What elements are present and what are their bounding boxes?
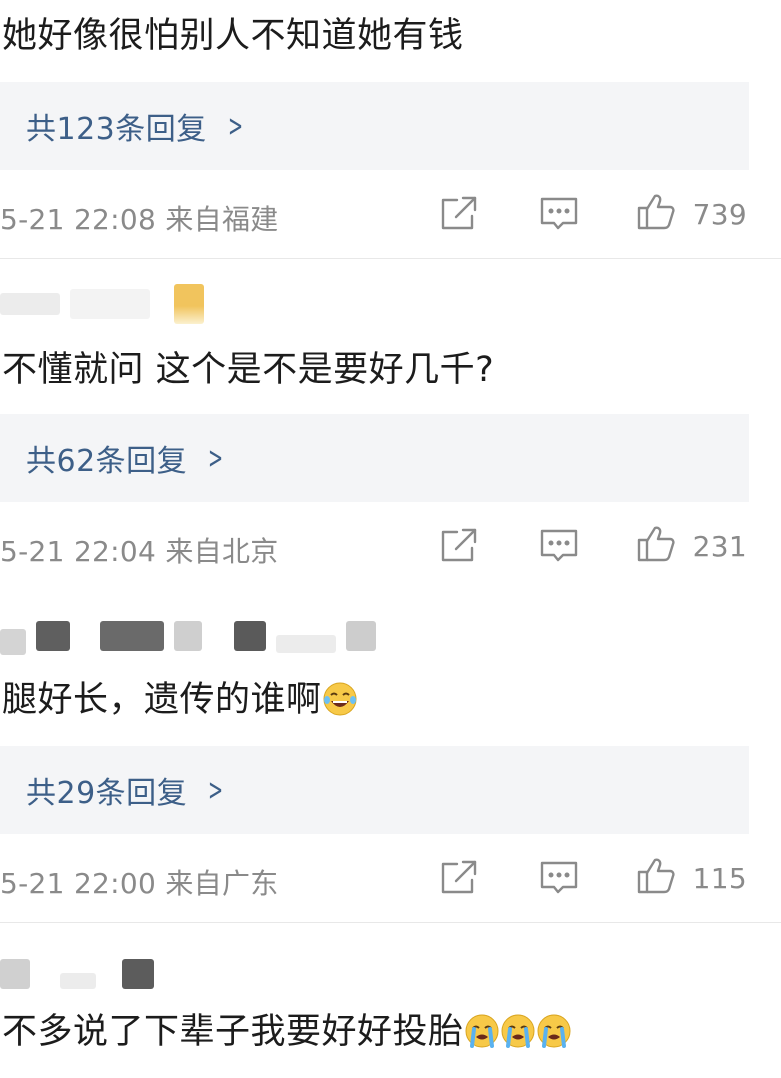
comment-meta: 5-21 22:04 来自北京 231 <box>0 518 781 578</box>
comment-text: 腿好长，遗传的谁啊 <box>2 678 358 722</box>
chevron-right-icon: > <box>208 772 224 808</box>
comment-icon[interactable] <box>539 526 579 566</box>
username-redacted <box>0 616 376 656</box>
comment-text-content: 不多说了下辈子我要好好投胎 <box>2 1012 464 1052</box>
thumbs-up-icon[interactable] <box>636 523 676 563</box>
view-replies-button[interactable]: 共62条回复 > <box>0 414 749 502</box>
divider <box>0 922 781 923</box>
comment-text: 她好像很怕别人不知道她有钱 <box>2 16 464 56</box>
like-count: 739 <box>692 198 747 231</box>
crying-emoji <box>464 1013 500 1049</box>
thumbs-up-icon[interactable] <box>636 855 676 895</box>
reply-count-label: 共123条回复 <box>26 112 207 147</box>
view-replies-button[interactable]: 共29条回复 > <box>0 746 749 834</box>
share-icon[interactable] <box>439 526 479 566</box>
timestamp-location: 5-21 22:00 来自广东 <box>0 867 279 900</box>
timestamp-location: 5-21 22:08 来自福建 <box>0 203 279 236</box>
divider <box>0 258 781 259</box>
comment-text: 不懂就问 这个是不是要好几千? <box>2 350 495 390</box>
reply-count-label: 共62条回复 <box>26 444 188 479</box>
laughing-tears-emoji <box>322 681 358 717</box>
crying-emoji <box>536 1013 572 1049</box>
comment-feed: 她好像很怕别人不知道她有钱 共123条回复 > 5-21 22:08 来自福建 <box>0 0 781 1078</box>
like-count: 231 <box>692 530 747 563</box>
like-count: 115 <box>692 862 747 895</box>
comment-icon[interactable] <box>539 858 579 898</box>
share-icon[interactable] <box>439 858 479 898</box>
username-redacted <box>0 284 204 324</box>
reply-count-label: 共29条回复 <box>26 776 188 811</box>
chevron-right-icon: > <box>227 108 243 144</box>
username-redacted <box>0 954 154 994</box>
chevron-right-icon: > <box>208 440 224 476</box>
comment-meta: 5-21 22:00 来自广东 115 <box>0 850 781 910</box>
timestamp-location: 5-21 22:04 来自北京 <box>0 535 279 568</box>
comment-text: 不多说了下辈子我要好好投胎 <box>2 1010 572 1054</box>
comment-meta: 5-21 22:08 来自福建 739 <box>0 186 781 246</box>
crying-emoji <box>500 1013 536 1049</box>
comment-text-content: 腿好长，遗传的谁啊 <box>2 680 322 720</box>
share-icon[interactable] <box>439 194 479 234</box>
thumbs-up-icon[interactable] <box>636 191 676 231</box>
view-replies-button[interactable]: 共123条回复 > <box>0 82 749 170</box>
comment-icon[interactable] <box>539 194 579 234</box>
